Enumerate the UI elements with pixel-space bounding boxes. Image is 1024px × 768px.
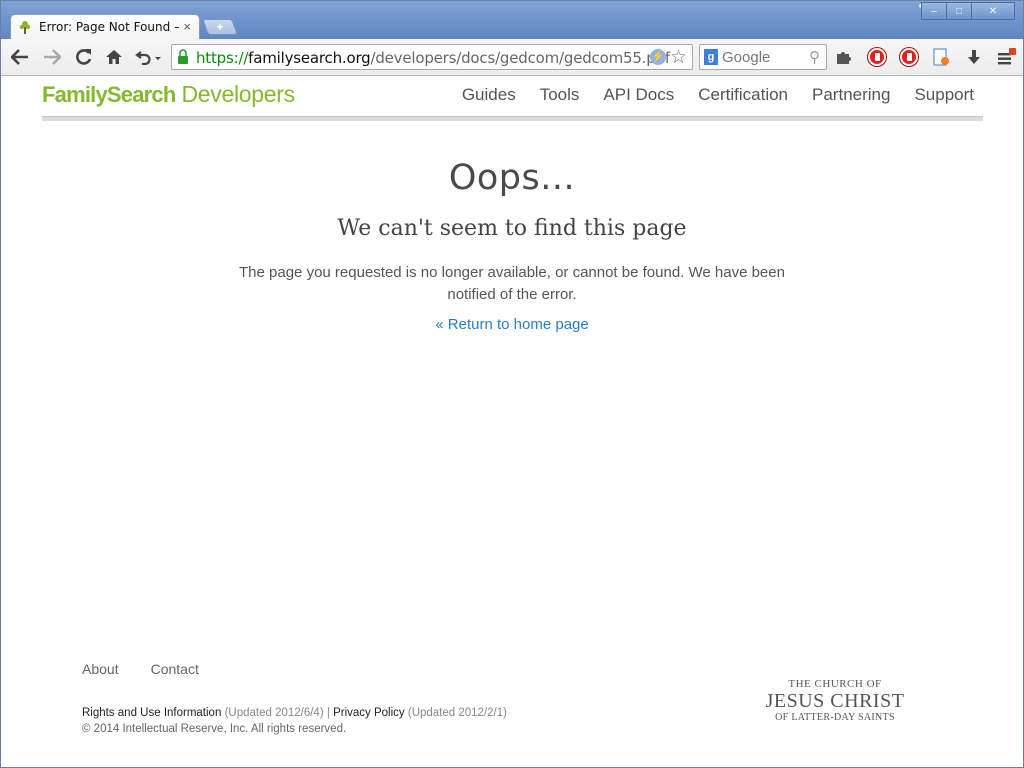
nav-api-docs[interactable]: API Docs [603,85,674,105]
adblock-plus-icon[interactable] [900,48,918,66]
rights-link[interactable]: Rights and Use Information [82,707,221,719]
footer-contact-link[interactable]: Contact [151,661,199,677]
familysearch-developers-logo[interactable]: FamilySearch Developers [42,81,295,109]
familysearch-tree-icon [19,21,31,34]
search-icon[interactable]: ⚲ [809,48,820,66]
back-button[interactable] [9,46,31,68]
plus-icon: + [216,20,224,34]
nav-partnering[interactable]: Partnering [812,85,890,105]
nav-certification[interactable]: Certification [698,85,788,105]
forward-button[interactable] [41,46,63,68]
undo-close-button[interactable] [133,46,165,68]
legal-separator: | [326,707,330,719]
minimize-button[interactable]: ‒ [921,2,947,20]
footer-links: About Contact [82,661,231,677]
error-message: The page you requested is no longer avai… [239,264,785,303]
privacy-updated: (Updated 2012/2/1) [407,707,507,719]
address-bar[interactable]: https://familysearch.org/developers/docs… [171,44,693,70]
return-home-link[interactable]: « Return to home page [1,316,1023,333]
church-logo[interactable]: THE CHURCH OF JESUS CHRIST OF LATTER-DAY… [765,678,905,723]
tab-title: Error: Page Not Found — [39,20,179,34]
footer-legal: Rights and Use Information (Updated 2012… [82,705,507,737]
home-button[interactable] [103,46,125,68]
search-placeholder: Google [722,49,771,66]
close-icon: ✕ [988,5,998,17]
lock-icon [178,49,188,64]
instant-page-icon[interactable]: ⚡ [650,49,666,65]
undo-icon [135,51,161,65]
download-icon[interactable] [965,48,983,66]
new-tab-button[interactable]: + [202,19,238,35]
title-bar: Error: Page Not Found — × + ‒ □ ✕ [1,1,1023,40]
browser-toolbar: https://familysearch.org/developers/docs… [1,39,1023,76]
error-heading: Oops... [448,158,576,198]
page-content: FamilySearch Developers Guides Tools API … [1,76,1023,767]
home-icon [106,50,122,64]
logo-suffix: Developers [181,81,295,107]
footer-about-link[interactable]: About [82,661,119,677]
church-line-2: JESUS CHRIST [765,690,905,712]
url-path: /developers/docs/gedcom/gedcom55.pdf [370,49,670,67]
maximize-icon: □ [955,5,963,17]
minimize-icon: ‒ [931,5,937,17]
church-line-1: THE CHURCH OF [788,678,882,690]
rights-updated: (Updated 2012/6/4) [224,707,324,719]
browser-tab[interactable]: Error: Page Not Found — × [10,14,200,40]
url-host: familysearch.org [248,49,371,67]
forward-arrow-icon [44,49,61,65]
url-text: https://familysearch.org/developers/docs… [196,49,670,67]
browser-window: Error: Page Not Found — × + ‒ □ ✕ https:… [0,0,1024,768]
nav-support[interactable]: Support [914,85,974,105]
tab-close-icon[interactable]: × [183,19,191,34]
copyright: © 2014 Intellectual Reserve, Inc. All ri… [82,723,347,735]
back-arrow-icon [11,49,28,65]
close-button[interactable]: ✕ [971,2,1015,20]
puzzle-extension-icon[interactable] [835,48,853,66]
reload-button[interactable] [73,46,95,68]
error-subheading: We can't seem to find this page [337,216,687,241]
main-nav: Guides Tools API Docs Certification Part… [438,85,974,105]
church-line-3: OF LATTER-DAY SAINTS [775,712,895,723]
logo-brand: FamilySearch [42,82,176,107]
nav-divider [42,116,983,121]
maximize-button[interactable]: □ [946,2,972,20]
window-controls: ‒ □ ✕ [921,2,1015,20]
nav-guides[interactable]: Guides [462,85,516,105]
search-box[interactable]: g Google ⚲ [699,44,827,70]
privacy-link[interactable]: Privacy Policy [333,707,405,719]
menu-icon[interactable] [997,48,1017,66]
page-extension-icon[interactable] [932,48,950,66]
reload-icon [76,49,92,65]
legal-line: Rights and Use Information (Updated 2012… [82,705,507,721]
url-scheme: https:// [196,49,249,67]
adblock-icon[interactable] [868,48,886,66]
google-icon[interactable]: g [704,49,718,65]
bookmark-star-icon[interactable]: ☆ [670,46,687,69]
nav-tools[interactable]: Tools [540,85,580,105]
